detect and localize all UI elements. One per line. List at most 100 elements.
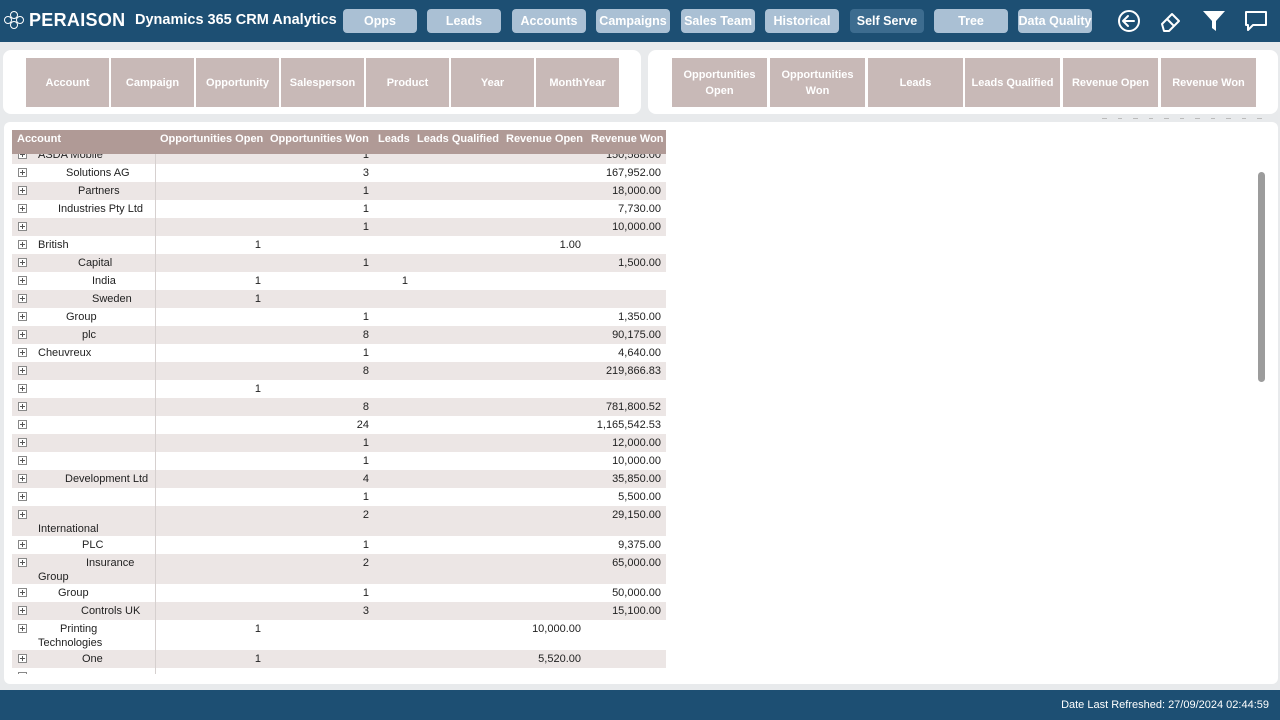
expand-icon[interactable] (18, 168, 27, 177)
table-row[interactable]: International 2 29,150.00 (12, 506, 666, 536)
visual-toolbar[interactable] (1102, 113, 1263, 121)
dimension-tile-salesperson[interactable]: Salesperson (281, 58, 364, 107)
table-row[interactable]: British 1 1.00 (12, 236, 666, 254)
back-arrow-icon[interactable] (1116, 8, 1142, 34)
table-row[interactable]: One 1 5,520.00 (12, 650, 666, 668)
table-row[interactable]: Group 1 1,350.00 (12, 308, 666, 326)
measure-tile-opportunities-open[interactable]: Opportunities Open (672, 58, 767, 107)
account-cell: Cheuvreux (38, 346, 158, 360)
nav-self-serve-button[interactable]: Self Serve (850, 9, 924, 33)
expand-icon[interactable] (18, 402, 27, 411)
column-header-leads[interactable]: Leads (378, 130, 410, 154)
measure-tile-leads[interactable]: Leads (868, 58, 963, 107)
nav-opps-button[interactable]: Opps (343, 9, 417, 33)
expand-icon[interactable] (18, 186, 27, 195)
table-row[interactable]: Insurance Group 2 65,000.00 (12, 554, 666, 584)
table-row[interactable]: India 1 1 (12, 272, 666, 290)
table-row[interactable]: Cheuvreux 1 4,640.00 (12, 344, 666, 362)
table-row[interactable]: 8 219,866.83 (12, 362, 666, 380)
measure-tile-leads-qualified[interactable]: Leads Qualified (965, 58, 1060, 107)
expand-icon[interactable] (18, 510, 27, 519)
nav-accounts-button[interactable]: Accounts (512, 9, 586, 33)
expand-icon[interactable] (18, 624, 27, 633)
measure-tile-revenue-open[interactable]: Revenue Open (1063, 58, 1158, 107)
table-row[interactable]: 1 5,500.00 (12, 488, 666, 506)
nav-data-quality-button[interactable]: Data Quality (1018, 9, 1092, 33)
measure-tile-revenue-won[interactable]: Revenue Won (1161, 58, 1256, 107)
expand-icon[interactable] (18, 330, 27, 339)
dimension-tile-campaign[interactable]: Campaign (111, 58, 194, 107)
comment-icon[interactable] (1243, 8, 1269, 34)
table-row[interactable]: Capital 1 1,500.00 (12, 254, 666, 272)
expand-icon[interactable] (18, 438, 27, 447)
cell-rev-won: 35,850.00 (612, 473, 661, 485)
expand-icon[interactable] (18, 258, 27, 267)
account-cell: India (38, 274, 158, 288)
expand-icon[interactable] (18, 294, 27, 303)
cell-won: 1 (362, 221, 369, 233)
table-row[interactable]: plc 8 90,175.00 (12, 326, 666, 344)
nav-historical-button[interactable]: Historical (765, 9, 839, 33)
expand-icon[interactable] (18, 492, 27, 501)
table-row[interactable]: Printing Technologies 1 10,000.00 (12, 620, 666, 650)
expand-icon[interactable] (18, 588, 27, 597)
table-row[interactable]: 8 781,800.52 (12, 398, 666, 416)
expand-icon[interactable] (18, 366, 27, 375)
expand-icon[interactable] (18, 474, 27, 483)
table-row[interactable]: PLC 1 9,375.00 (12, 536, 666, 554)
expand-icon[interactable] (18, 540, 27, 549)
table-row[interactable]: Controls UK 3 15,100.00 (12, 602, 666, 620)
table-row[interactable]: Partners 1 18,000.00 (12, 182, 666, 200)
dimension-tile-product[interactable]: Product (366, 58, 449, 107)
table-row[interactable]: Solutions AG 3 167,952.00 (12, 164, 666, 182)
expand-icon[interactable] (18, 420, 27, 429)
account-cell (38, 364, 158, 378)
table-row[interactable]: 1 10,000.00 (12, 218, 666, 236)
table-row[interactable]: Group 1 50,000.00 (12, 584, 666, 602)
dimension-tile-year[interactable]: Year (451, 58, 534, 107)
table-row[interactable]: 24 1,165,542.53 (12, 416, 666, 434)
expand-icon[interactable] (18, 240, 27, 249)
expand-icon[interactable] (18, 456, 27, 465)
expand-icon[interactable] (18, 312, 27, 321)
filter-icon[interactable] (1201, 8, 1227, 34)
expand-icon[interactable] (18, 276, 27, 285)
eraser-icon[interactable] (1158, 8, 1184, 34)
expand-icon[interactable] (18, 606, 27, 615)
expand-icon[interactable] (18, 384, 27, 393)
column-header-account[interactable]: Account (17, 130, 61, 154)
nav-leads-button[interactable]: Leads (427, 9, 501, 33)
expand-icon[interactable] (18, 348, 27, 357)
last-refreshed: Date Last Refreshed: 27/09/2024 02:44:59 (1061, 699, 1269, 711)
measure-tile-opportunities-won[interactable]: Opportunities Won (770, 58, 865, 107)
column-header-leads-qualified[interactable]: Leads Qualified (417, 130, 499, 154)
column-header-opportunities-open[interactable]: Opportunities Open (160, 130, 263, 154)
expand-icon[interactable] (18, 222, 27, 231)
expand-icon[interactable] (18, 654, 27, 663)
vertical-scrollbar[interactable] (1258, 172, 1265, 382)
cell-open: 1 (254, 239, 261, 251)
dimension-tile-opportunity[interactable]: Opportunity (196, 58, 279, 107)
expand-icon[interactable] (18, 204, 27, 213)
expand-icon[interactable] (18, 672, 27, 674)
column-header-opportunities-won[interactable]: Opportunities Won (270, 130, 369, 154)
dimension-tile-monthyear[interactable]: MonthYear (536, 58, 619, 107)
table-row[interactable]: 1 (12, 380, 666, 398)
nav-campaigns-button[interactable]: Campaigns (596, 9, 670, 33)
column-header-revenue-won[interactable]: Revenue Won (591, 130, 664, 154)
nav-tree-button[interactable]: Tree (934, 9, 1008, 33)
account-cell: Sweden (38, 292, 158, 306)
table-row[interactable]: Industries Pty Ltd 1 7,730.00 (12, 200, 666, 218)
dimension-tile-account[interactable]: Account (26, 58, 109, 107)
table-row[interactable] (12, 668, 666, 674)
nav-sales-team-button[interactable]: Sales Team (681, 9, 755, 33)
column-header-revenue-open[interactable]: Revenue Open (506, 130, 583, 154)
table-row[interactable]: 1 10,000.00 (12, 452, 666, 470)
matrix-table[interactable]: ASDA Mobile 1 150,588.00 Solutions AG 3 167,9… (12, 130, 666, 674)
table-row[interactable]: Development Ltd 4 35,850.00 (12, 470, 666, 488)
table-row[interactable]: Sweden 1 (12, 290, 666, 308)
cell-rev-won: 9,375.00 (618, 539, 661, 551)
table-row[interactable]: 1 12,000.00 (12, 434, 666, 452)
expand-icon[interactable] (18, 558, 27, 567)
account-cell: PLC (38, 538, 158, 552)
